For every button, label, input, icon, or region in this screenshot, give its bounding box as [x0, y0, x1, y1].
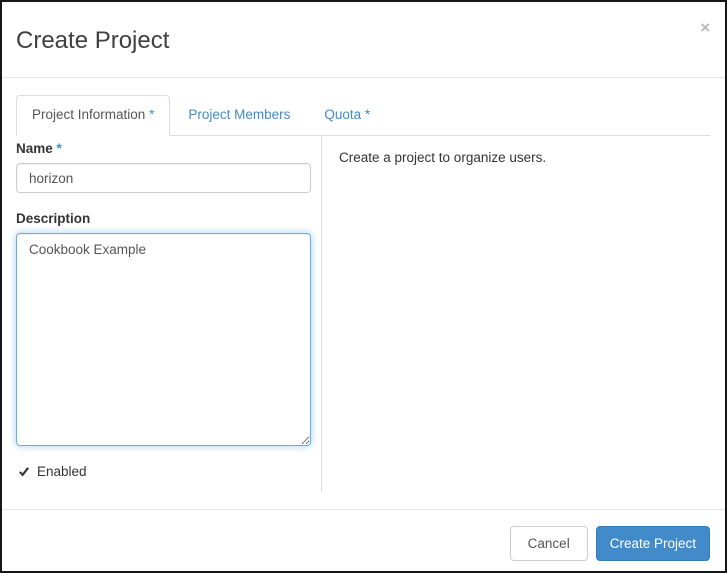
form-column: Name * Description Cookbook Example Enab… [16, 136, 322, 493]
name-input[interactable] [16, 163, 311, 194]
cancel-button[interactable]: Cancel [509, 526, 588, 562]
tab-bar: Project Information * Project Members Qu… [16, 95, 710, 137]
description-group: Description Cookbook Example [16, 211, 311, 447]
create-project-button[interactable]: Create Project [595, 526, 710, 562]
enabled-row: Enabled [16, 464, 310, 479]
description-label: Description [16, 211, 91, 227]
tab-content: Name * Description Cookbook Example Enab… [16, 136, 710, 493]
name-group: Name * [16, 141, 311, 194]
tab-project-members[interactable]: Project Members [172, 95, 306, 136]
description-textarea[interactable]: Cookbook Example [16, 233, 311, 447]
required-asterisk: * [149, 107, 155, 123]
modal-header: Create Project × [2, 2, 725, 79]
help-column: Create a project to organize users. [322, 136, 710, 492]
modal-body: Project Information * Project Members Qu… [2, 78, 725, 509]
enabled-label[interactable]: Enabled [37, 464, 87, 479]
tab-quota[interactable]: Quota * [308, 95, 386, 136]
enabled-checkbox[interactable] [17, 464, 31, 479]
modal-title: Create Project [16, 27, 170, 54]
name-label: Name * [16, 141, 62, 157]
create-project-modal: Create Project × Project Information * P… [0, 0, 727, 573]
close-icon[interactable]: × [700, 19, 710, 36]
required-asterisk: * [364, 107, 371, 123]
modal-footer: Cancel Create Project [2, 509, 725, 573]
tab-project-information[interactable]: Project Information * [16, 95, 171, 137]
required-asterisk: * [56, 141, 62, 157]
help-text: Create a project to organize users. [339, 150, 547, 166]
